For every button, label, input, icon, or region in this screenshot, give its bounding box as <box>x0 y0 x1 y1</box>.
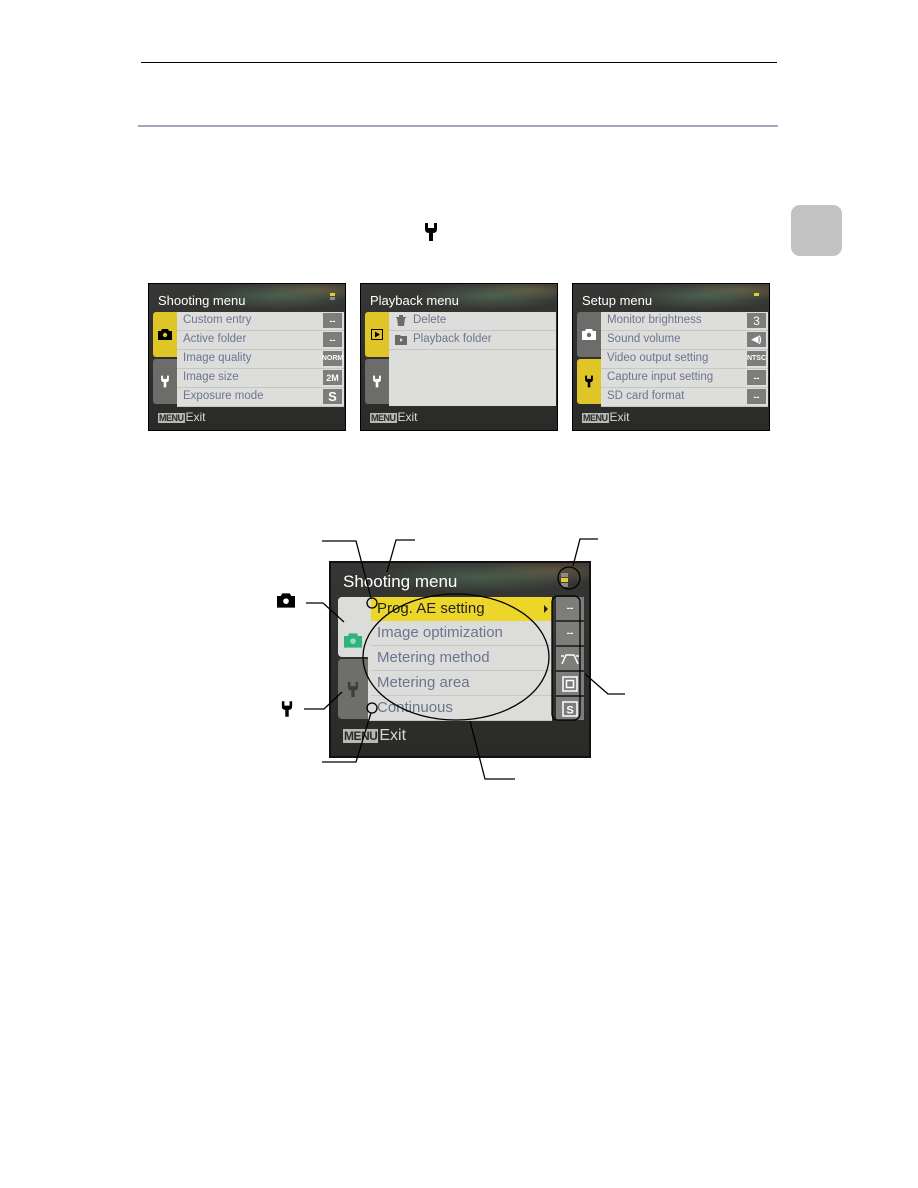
large-shooting-menu-screen: Shooting menu Prog. AE setting Image opt… <box>329 561 591 758</box>
wrench-icon <box>373 375 381 388</box>
screen-title: Shooting menu <box>343 572 458 591</box>
continuous-single-icon: S <box>556 697 584 720</box>
section-rule <box>138 125 778 127</box>
menu-item[interactable]: Metering method <box>371 646 552 671</box>
camera-icon <box>158 329 172 340</box>
exit-button[interactable]: MENU Exit <box>582 410 630 424</box>
item-value: NORM <box>322 351 343 366</box>
metering-center-icon <box>556 647 584 670</box>
wrench-icon <box>161 375 169 388</box>
item-value: -- <box>556 622 584 645</box>
tab-setup[interactable] <box>338 659 368 719</box>
menu-item[interactable]: Playback folder <box>389 331 556 350</box>
wrench-icon <box>347 681 359 697</box>
playback-folder-icon <box>395 335 407 345</box>
screen-title: Playback menu <box>370 293 459 308</box>
item-value: -- <box>747 370 766 385</box>
menu-item-selected[interactable]: Prog. AE setting <box>371 597 552 621</box>
header-rule <box>141 62 777 63</box>
item-value: NTSC <box>747 351 766 366</box>
menu-item[interactable]: Image optimization <box>371 621 552 646</box>
tab-playback[interactable] <box>365 312 389 357</box>
menu-item[interactable]: Custom entry -- <box>177 312 344 331</box>
scroll-indicator <box>754 293 759 303</box>
svg-text:S: S <box>566 704 573 716</box>
chevron-right-icon <box>544 605 548 613</box>
item-value: -- <box>556 597 584 620</box>
exit-button[interactable]: MENU Exit <box>158 410 206 424</box>
tab-setup[interactable] <box>365 359 389 404</box>
menu-item[interactable]: SD card format -- <box>601 388 768 407</box>
menu-key-icon: MENU <box>158 413 185 423</box>
menu-item[interactable]: Monitor brightness 3 <box>601 312 768 331</box>
menu-key-icon: MENU <box>343 729 379 743</box>
setup-menu-screen: Setup menu Monitor brightness 3 Sound vol… <box>572 283 770 431</box>
menu-item[interactable]: Metering area <box>371 671 552 696</box>
exit-button[interactable]: MENU Exit <box>343 727 406 745</box>
menu-item[interactable]: Active folder -- <box>177 331 344 350</box>
item-value: -- <box>323 313 342 328</box>
chapter-side-tab <box>791 205 842 256</box>
menu-item[interactable]: Video output setting NTSC <box>601 350 768 369</box>
item-value: -- <box>747 389 766 404</box>
menu-list: Prog. AE setting Image optimization Mete… <box>368 597 552 721</box>
wrench-icon <box>281 701 293 717</box>
exit-button[interactable]: MENU Exit <box>370 410 418 424</box>
menu-item[interactable]: Image quality NORM <box>177 350 344 369</box>
screen-title: Setup menu <box>582 293 653 308</box>
menu-item[interactable]: Exposure mode S <box>177 388 344 407</box>
menu-key-icon: MENU <box>370 413 397 423</box>
menu-item[interactable]: Image size 2M <box>177 369 344 388</box>
settings-icon-column: -- -- S <box>556 597 584 722</box>
tab-shooting[interactable] <box>338 597 368 657</box>
menu-list: Delete Playback folder <box>389 312 556 406</box>
scroll-indicator <box>561 573 568 589</box>
speaker-icon: ◀) <box>747 332 766 347</box>
item-value: S <box>323 389 342 404</box>
wrench-icon <box>585 375 593 388</box>
shooting-menu-screen: Shooting menu Custom entry -- Active fold… <box>148 283 346 431</box>
trash-icon <box>396 315 406 326</box>
tab-setup[interactable] <box>577 359 601 404</box>
tab-shooting[interactable] <box>577 312 601 357</box>
scroll-indicator <box>330 293 335 303</box>
menu-item[interactable]: Sound volume ◀) <box>601 331 768 350</box>
camera-icon <box>344 632 362 648</box>
menu-key-icon: MENU <box>582 413 609 423</box>
menu-item[interactable]: Capture input setting -- <box>601 369 768 388</box>
play-icon <box>371 329 383 340</box>
item-value: 2M <box>323 370 342 385</box>
camera-icon <box>277 593 295 608</box>
wrench-icon <box>425 223 437 241</box>
tab-shooting[interactable] <box>153 312 177 357</box>
playback-menu-screen: Playback menu Delete Playback folder MEN… <box>360 283 558 431</box>
screen-title: Shooting menu <box>158 293 246 308</box>
tab-setup[interactable] <box>153 359 177 404</box>
metering-area-icon <box>556 672 584 695</box>
camera-icon <box>582 329 596 340</box>
menu-item[interactable]: Continuous <box>371 696 552 721</box>
item-value: 3 <box>747 313 766 328</box>
item-value: -- <box>323 332 342 347</box>
menu-list: Monitor brightness 3 Sound volume ◀) Video… <box>601 312 768 407</box>
menu-list: Custom entry -- Active folder -- Image qua… <box>177 312 344 407</box>
menu-item[interactable]: Delete <box>389 312 556 331</box>
